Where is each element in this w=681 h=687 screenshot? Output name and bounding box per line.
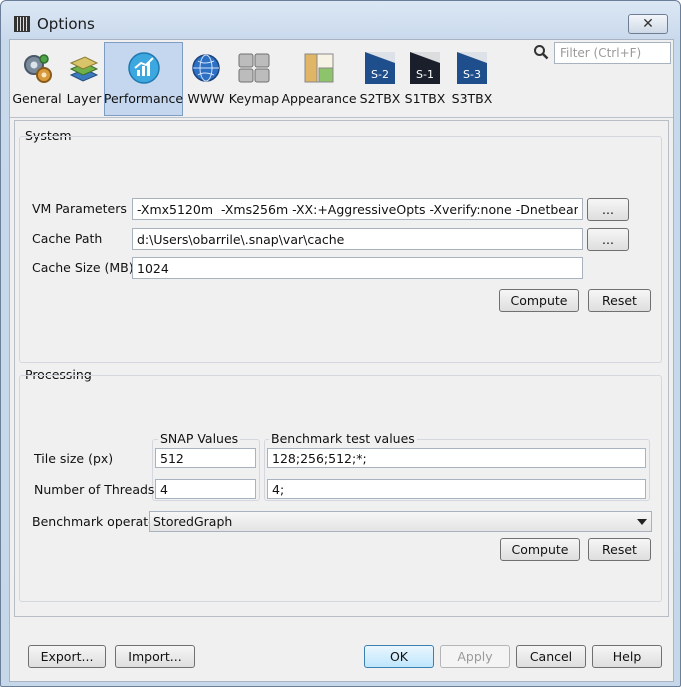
close-button[interactable]: ✕ <box>628 14 668 34</box>
threads-field[interactable] <box>155 479 256 499</box>
s1-badge: S-1 <box>416 68 434 81</box>
tile-size-field[interactable] <box>155 448 256 468</box>
processing-reset-button[interactable]: Reset <box>588 538 651 561</box>
s3-badge: S-3 <box>463 68 481 81</box>
chevron-down-icon <box>637 519 647 525</box>
layers-icon <box>67 51 101 85</box>
system-reset-button[interactable]: Reset <box>588 289 651 312</box>
benchmark-values-title: Benchmark test values <box>269 431 417 446</box>
category-layer[interactable]: Layer <box>64 42 104 116</box>
category-label: WWW <box>187 91 225 106</box>
category-s1tbx[interactable]: S-1 S1TBX <box>405 42 445 116</box>
category-toolbar: General Layer Performance WWW Keymap App… <box>10 40 673 120</box>
cache-size-field[interactable] <box>132 257 583 279</box>
category-general[interactable]: General <box>12 42 62 116</box>
cache-path-field[interactable] <box>132 228 583 250</box>
snap-s3-icon: S-3 <box>455 51 489 85</box>
keyboard-keys-icon <box>237 51 271 85</box>
category-s2tbx[interactable]: S-2 S2TBX <box>360 42 400 116</box>
import-button[interactable]: Import... <box>115 645 195 668</box>
apply-button[interactable]: Apply <box>440 645 510 668</box>
benchmark-operator-select[interactable]: StoredGraph <box>149 511 652 532</box>
tile-size-benchmark-field[interactable] <box>267 448 646 468</box>
s2-badge: S-2 <box>371 68 389 81</box>
export-button[interactable]: Export... <box>28 645 106 668</box>
performance-chart-icon <box>127 51 161 85</box>
benchmark-operator-label: Benchmark operator <box>32 514 161 529</box>
category-label: Keymap <box>228 91 280 106</box>
category-label: Performance <box>103 91 184 106</box>
dialog-client: General Layer Performance WWW Keymap App… <box>9 39 674 682</box>
cancel-button[interactable]: Cancel <box>516 645 586 668</box>
vm-parameters-browse-button[interactable]: ... <box>587 198 629 221</box>
processing-compute-button[interactable]: Compute <box>500 538 580 561</box>
category-appearance[interactable]: Appearance <box>281 42 357 116</box>
options-window: Options ✕ General Layer Performance WWW … <box>0 0 681 687</box>
category-label: S3TBX <box>451 91 493 106</box>
globe-icon <box>189 51 223 85</box>
title-bar: Options ✕ <box>1 1 680 41</box>
category-label: S1TBX <box>404 91 446 106</box>
category-www[interactable]: WWW <box>186 42 226 116</box>
cache-path-label: Cache Path <box>32 231 103 246</box>
benchmark-operator-value: StoredGraph <box>153 514 233 529</box>
snap-s1-icon: S-1 <box>408 51 442 85</box>
toolbar-separator <box>10 117 673 118</box>
category-performance[interactable]: Performance <box>104 42 183 116</box>
snap-values-title: SNAP Values <box>158 431 241 446</box>
system-compute-button[interactable]: Compute <box>499 289 579 312</box>
tile-size-label: Tile size (px) <box>34 451 114 466</box>
window-title: Options <box>37 15 95 33</box>
filter-input[interactable] <box>554 42 671 64</box>
category-label: General <box>12 91 62 106</box>
performance-panel: System VM Parameters ... Cache Path ... … <box>14 120 669 617</box>
cache-size-label: Cache Size (MB) <box>32 260 134 275</box>
category-s3tbx[interactable]: S-3 S3TBX <box>450 42 494 116</box>
category-label: Appearance <box>281 91 357 106</box>
ok-button[interactable]: OK <box>364 645 434 668</box>
snap-s2-icon: S-2 <box>363 51 397 85</box>
cache-path-browse-button[interactable]: ... <box>587 228 629 251</box>
category-label: Layer <box>66 91 102 106</box>
search-icon <box>533 44 549 60</box>
threads-benchmark-field[interactable] <box>267 479 646 499</box>
help-button[interactable]: Help <box>592 645 662 668</box>
vm-parameters-label: VM Parameters <box>32 201 127 216</box>
category-keymap[interactable]: Keymap <box>228 42 280 116</box>
category-label: S2TBX <box>359 91 401 106</box>
gears-icon <box>20 51 54 85</box>
snap-app-icon <box>14 16 30 32</box>
close-icon: ✕ <box>642 16 654 32</box>
vm-parameters-field[interactable] <box>132 198 583 220</box>
threads-label: Number of Threads <box>34 482 155 497</box>
appearance-layout-icon <box>302 51 336 85</box>
